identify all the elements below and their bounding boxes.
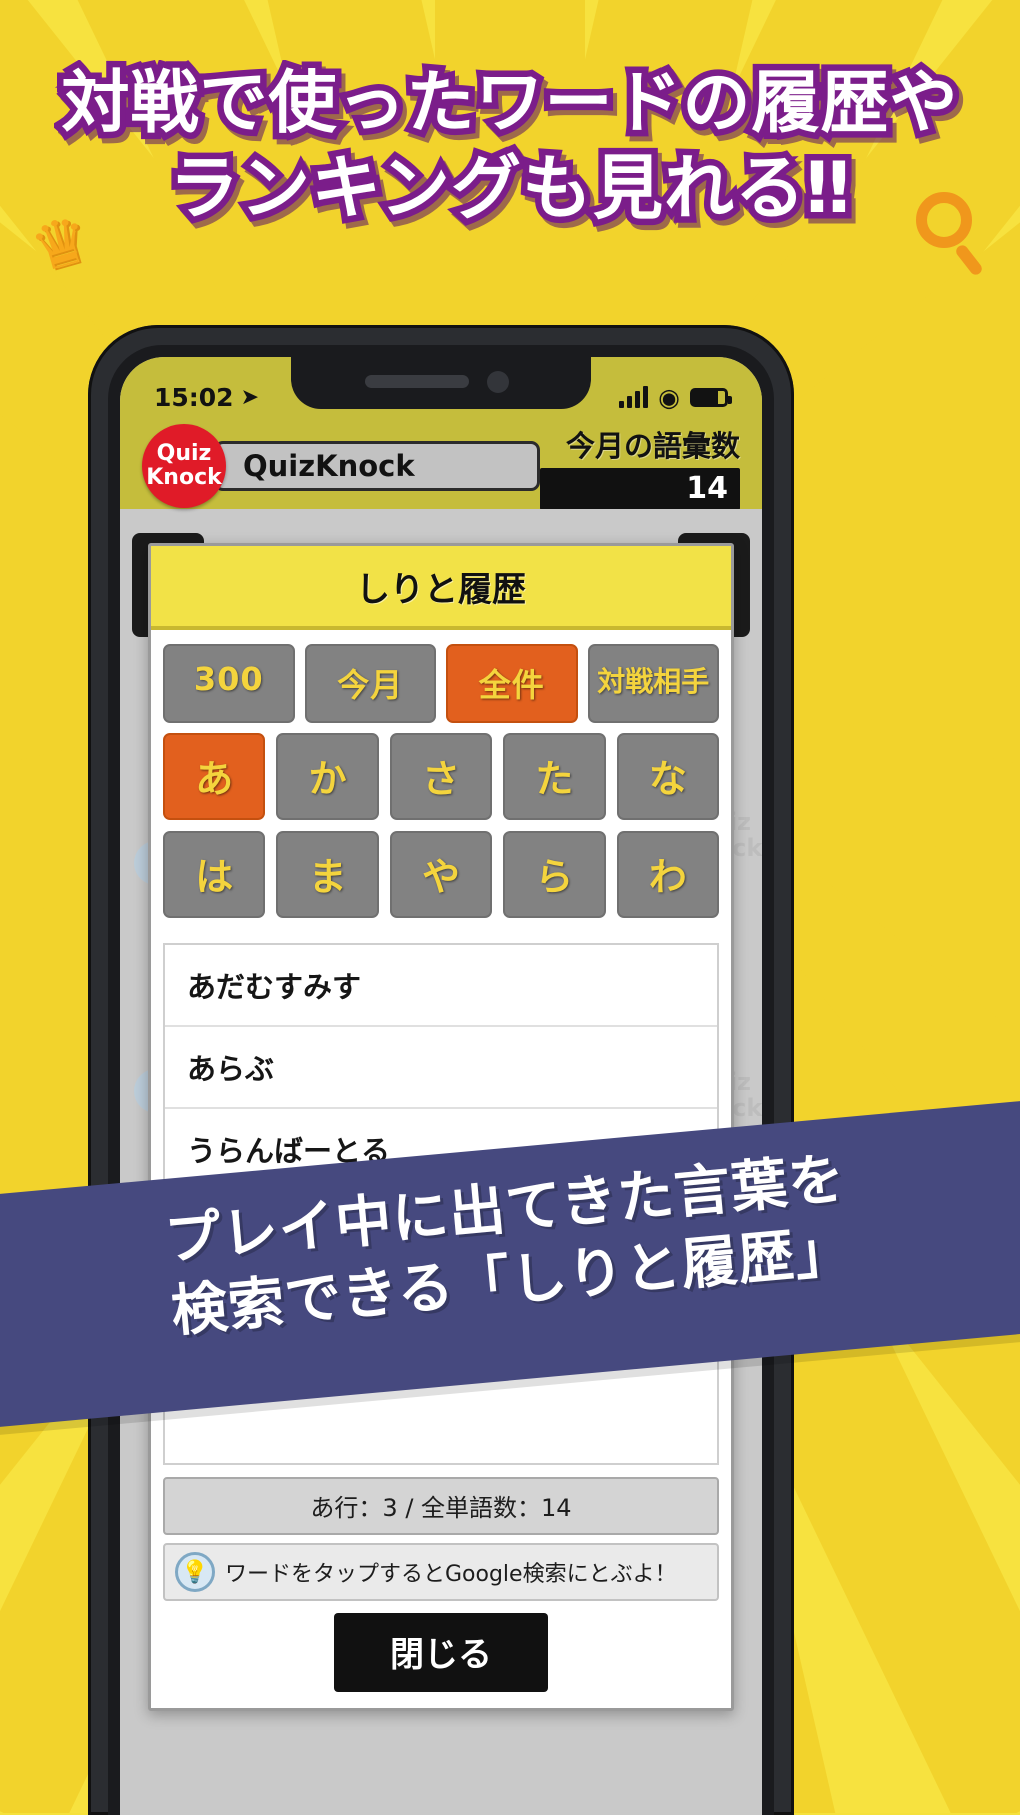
filter-button-all[interactable]: 全件 [446,644,578,723]
stats-bar: あ行：3 / 全単語数：14 [163,1477,719,1535]
quizknock-logo: Quiz Knock [142,424,226,508]
kana-button-ha[interactable]: は [163,831,266,918]
kana-row-1: あ か さ た な [163,733,720,820]
vocab-label: 今月の語彙数 [565,428,740,463]
filter-button-this-month[interactable]: 今月 [304,644,436,723]
tip-bar: 💡 ワードをタップするとGoogle検索にとぶよ！ [163,1543,719,1601]
kana-button-ya[interactable]: や [389,831,493,918]
app-header: Quiz Knock QuizKnock 今月の語彙数 14 [120,423,762,510]
dialog-title: しりと履歴 [151,546,731,630]
status-time: 15:02 [154,382,234,412]
kana-button-sa[interactable]: さ [389,733,493,820]
vocab-count: 14 [540,467,740,510]
status-right: ◉ [619,382,732,412]
kana-button-ta[interactable]: た [503,733,606,820]
earpiece-speaker [365,375,469,388]
logo-line-1: Quiz [156,441,212,466]
kana-button-a[interactable]: あ [163,733,266,820]
phone-mockup: 15:02 ➤ ◉ Quiz Knock QuizKnock 今月の語彙数 14… [88,325,794,1815]
list-item[interactable]: あらぶ [165,1027,717,1109]
magnifier-icon [916,192,972,248]
phone-screen: 15:02 ➤ ◉ Quiz Knock QuizKnock 今月の語彙数 14… [120,357,762,1815]
wifi-icon: ◉ [658,382,680,412]
headline-line-2: ランキングも見れる‼ [163,141,857,236]
shiritori-history-dialog: しりと履歴 300 今月 全件 対戦相手 あ か さ た な は ま や ら わ… [148,543,734,1711]
phone-notch [291,357,591,409]
status-bar: 15:02 ➤ ◉ [120,357,762,423]
vocab-counter: 今月の語彙数 14 [540,423,740,510]
dialog-footer: 閉じる [151,1613,731,1708]
filter-button-row: 300 今月 全件 対戦相手 [151,630,731,723]
front-camera [487,371,509,393]
kana-button-wa[interactable]: わ [616,831,720,918]
kana-button-na[interactable]: な [616,733,720,820]
kana-filter-grid: あ か さ た な は ま や ら わ [151,723,731,943]
kana-row-2: は ま や ら わ [163,831,720,918]
close-button[interactable]: 閉じる [334,1613,548,1692]
list-item[interactable]: あだむすみす [165,945,717,1027]
tip-text: ワードをタップするとGoogle検索にとぶよ！ [225,1562,677,1587]
kana-button-ra[interactable]: ら [503,831,606,918]
logo-line-2: Knock [146,465,222,490]
lightbulb-icon: 💡 [175,1552,215,1592]
cellular-bars-icon [619,386,649,408]
status-left: 15:02 ➤ [154,383,259,412]
filter-button-opponent[interactable]: 対戦相手 [587,644,719,723]
promo-headline: 対戦で使ったワードの履歴や ランキングも見れる‼ [0,58,1020,236]
kana-button-ma[interactable]: ま [276,831,379,918]
headline-line-1: 対戦で使ったワードの履歴や [55,58,964,150]
username-field[interactable]: QuizKnock [214,441,540,491]
battery-icon [690,387,732,407]
kana-button-ka[interactable]: か [276,733,379,820]
location-arrow-icon: ➤ [240,384,260,410]
phone-bezel: 15:02 ➤ ◉ Quiz Knock QuizKnock 今月の語彙数 14… [108,345,774,1815]
filter-button-300[interactable]: 300 [163,644,295,723]
